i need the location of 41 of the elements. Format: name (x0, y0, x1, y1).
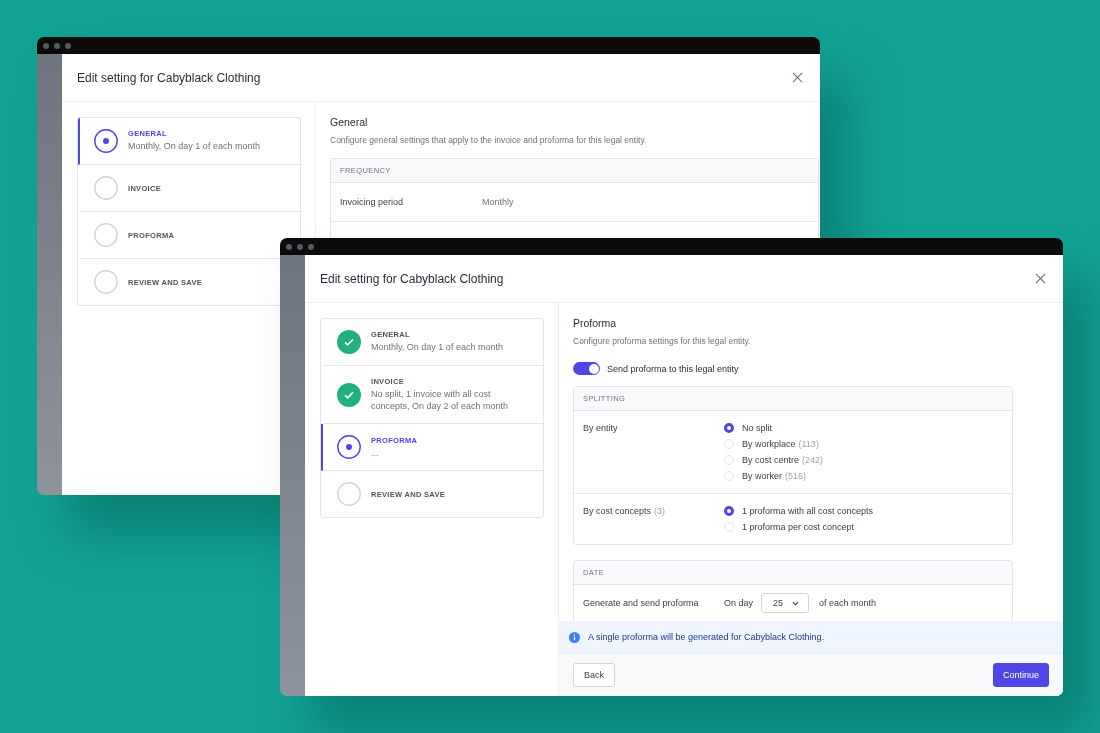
current-step-icon (337, 435, 361, 460)
step-summary: ... (371, 446, 380, 459)
row-value: Monthly (482, 197, 514, 207)
empty-circle-icon (337, 482, 361, 507)
dialog-title: Edit setting for Cabyblack Clothing (77, 70, 261, 85)
back-button[interactable]: Back (573, 663, 615, 687)
chevron-down-icon (792, 600, 800, 606)
empty-circle-icon (94, 223, 118, 247)
radio-option[interactable]: 1 proforma with all cost concepts (724, 506, 874, 516)
info-icon (569, 631, 580, 643)
row-label: Generate and send proforma (583, 598, 700, 608)
day-suffix: of each month (819, 598, 877, 608)
empty-circle-icon (94, 176, 118, 200)
section-heading: General (330, 116, 368, 128)
dialog-title: Edit setting for Cabyblack Clothing (320, 271, 504, 286)
section-description: Configure general settings that apply to the invoice and proforma for this legal entity. (330, 135, 647, 145)
day-prefix: On day (724, 598, 754, 608)
radio-option[interactable]: By cost centre (242) (724, 455, 824, 465)
step-summary: Monthly, On day 1 of each month (128, 140, 260, 153)
radio-option[interactable]: No split (724, 423, 824, 433)
section-description: Configure proforma settings for this legal entity. (573, 336, 751, 346)
section-heading: Proforma (573, 317, 617, 329)
continue-button[interactable]: Continue (992, 663, 1049, 687)
row-label: By cost concepts (3) (583, 506, 667, 518)
step-summary: Monthly, On day 1 of each month (371, 341, 503, 354)
current-step-icon (94, 129, 118, 153)
day-select[interactable]: 25 (761, 593, 810, 613)
toggle-label: Send proforma to this legal entity (607, 363, 739, 374)
check-circle-icon (337, 330, 361, 354)
row-label: Invoicing period (340, 197, 405, 207)
radio-option[interactable]: 1 proforma per cost concept (724, 522, 874, 532)
info-message: A single proforma will be generated for Cabyblack Clothing. (588, 632, 825, 642)
close-icon[interactable] (1035, 273, 1046, 284)
empty-circle-icon (94, 270, 118, 294)
radio-option[interactable]: By workplace (113) (724, 439, 824, 449)
radio-option[interactable]: By worker (516) (724, 471, 824, 481)
step-summary: No split, 1 invoice with all cost concepts, On day 2 of each month (371, 388, 510, 413)
toggle-switch[interactable] (573, 362, 600, 375)
row-label: By entity (583, 423, 619, 435)
check-circle-icon (337, 382, 361, 407)
close-icon[interactable] (792, 72, 803, 83)
